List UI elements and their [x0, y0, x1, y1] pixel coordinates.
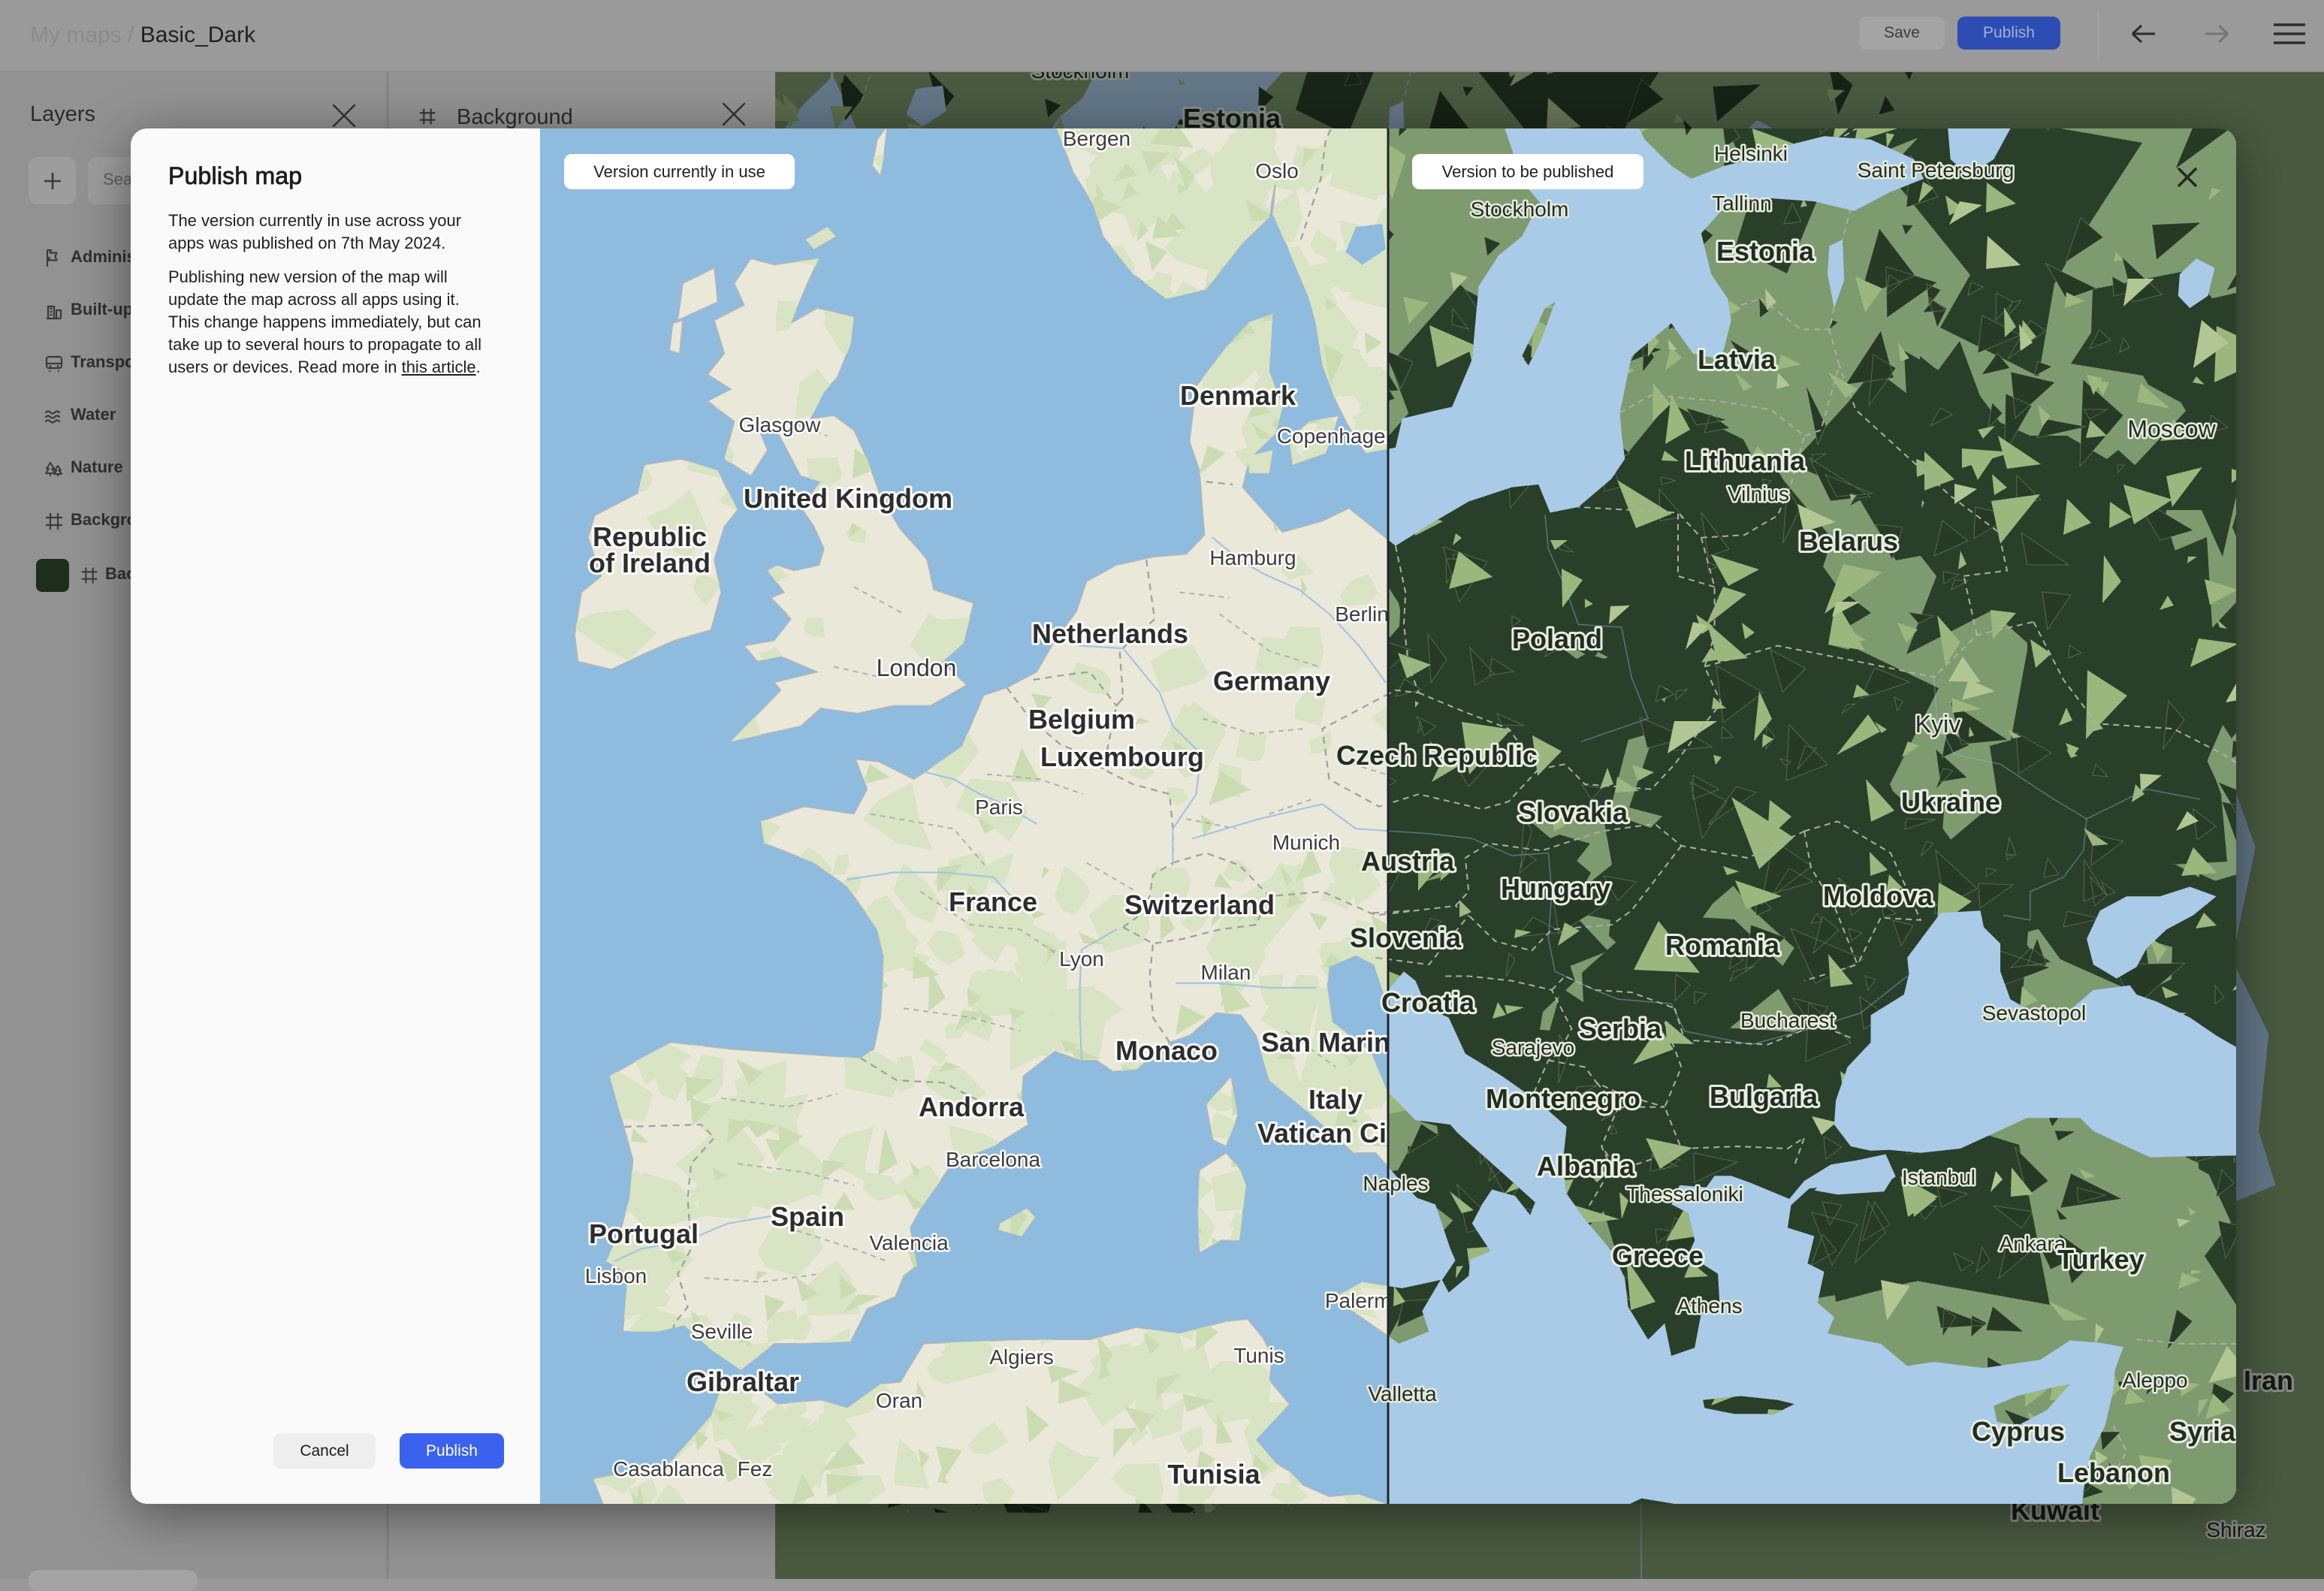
svg-text:Barcelona: Barcelona: [946, 1148, 1041, 1171]
svg-text:Seville: Seville: [691, 1320, 753, 1343]
svg-text:Moldova: Moldova: [1823, 880, 1933, 911]
svg-text:Andorra: Andorra: [919, 1091, 1025, 1122]
svg-text:Oran: Oran: [876, 1389, 922, 1412]
svg-text:Denmark: Denmark: [1180, 380, 1296, 411]
svg-text:Greece: Greece: [1612, 1240, 1704, 1271]
svg-text:Belgium: Belgium: [1028, 704, 1135, 735]
svg-text:France: France: [949, 886, 1037, 917]
svg-text:Estonia: Estonia: [1716, 236, 1815, 267]
svg-text:Glasgow: Glasgow: [739, 413, 822, 436]
svg-text:Ankara: Ankara: [2000, 1232, 2066, 1255]
svg-text:Germany: Germany: [1213, 666, 1330, 696]
svg-text:Sarajevo: Sarajevo: [1492, 1036, 1575, 1059]
svg-text:Saint Petersburg: Saint Petersburg: [1858, 158, 2015, 182]
svg-text:Ukraine: Ukraine: [1901, 786, 2000, 817]
svg-text:Lithuania: Lithuania: [1685, 445, 1806, 476]
svg-text:Thessaloniki: Thessaloniki: [1626, 1182, 1743, 1206]
svg-text:Munich: Munich: [1272, 831, 1340, 854]
svg-text:Lisbon: Lisbon: [585, 1264, 647, 1288]
svg-text:Oslo: Oslo: [1255, 159, 1299, 183]
svg-text:San Marino: San Marino: [1261, 1027, 1407, 1058]
svg-text:Milan: Milan: [1201, 961, 1251, 984]
svg-text:Kyiv: Kyiv: [1915, 711, 1960, 738]
svg-text:Luxembourg: Luxembourg: [1040, 741, 1204, 772]
svg-text:Aleppo: Aleppo: [2122, 1369, 2187, 1392]
svg-text:Iran: Iran: [2244, 1365, 2293, 1396]
svg-text:Croatia: Croatia: [1381, 987, 1475, 1018]
svg-text:Syria: Syria: [2169, 1416, 2236, 1447]
svg-text:London: London: [877, 654, 957, 681]
svg-text:Slovakia: Slovakia: [1518, 797, 1628, 828]
svg-text:Romania: Romania: [1665, 930, 1780, 961]
svg-text:Stockholm: Stockholm: [1471, 198, 1569, 221]
svg-text:Tunisia: Tunisia: [1167, 1459, 1260, 1490]
svg-text:Athens: Athens: [1677, 1294, 1742, 1318]
svg-text:Monaco: Monaco: [1115, 1035, 1218, 1066]
svg-text:Bergen: Bergen: [1063, 128, 1130, 150]
svg-text:Albania: Albania: [1537, 1151, 1635, 1182]
svg-text:Moscow: Moscow: [2127, 415, 2216, 442]
svg-text:Belarus: Belarus: [1799, 526, 1898, 557]
svg-text:Algiers: Algiers: [989, 1345, 1054, 1369]
svg-text:Valencia: Valencia: [869, 1231, 949, 1254]
svg-text:Lyon: Lyon: [1059, 947, 1104, 971]
svg-text:Helsinki: Helsinki: [1714, 142, 1788, 165]
svg-text:Tallinn: Tallinn: [1712, 192, 1771, 215]
svg-text:Turkey: Turkey: [2057, 1244, 2144, 1275]
svg-text:Istanbul: Istanbul: [1902, 1166, 1975, 1189]
svg-text:Netherlands: Netherlands: [1032, 618, 1188, 649]
svg-text:Gibraltar: Gibraltar: [687, 1366, 799, 1397]
svg-text:Spain: Spain: [771, 1201, 844, 1232]
svg-text:Naples: Naples: [1363, 1172, 1428, 1195]
svg-text:Bulgaria: Bulgaria: [1710, 1081, 1818, 1112]
svg-text:Slovenia: Slovenia: [1350, 922, 1462, 953]
svg-text:Valletta: Valletta: [1368, 1382, 1437, 1405]
svg-text:Italy: Italy: [1308, 1084, 1363, 1115]
svg-text:Latvia: Latvia: [1698, 344, 1776, 375]
svg-text:Montenegro: Montenegro: [1486, 1083, 1640, 1114]
svg-text:United Kingdom: United Kingdom: [744, 483, 952, 514]
svg-text:Lebanon: Lebanon: [2057, 1457, 2170, 1488]
svg-text:Bucharest: Bucharest: [1740, 1009, 1835, 1032]
svg-text:Austria: Austria: [1361, 846, 1455, 877]
svg-text:Copenhagen: Copenhagen: [1277, 424, 1397, 448]
svg-text:Czech Republic: Czech Republic: [1336, 740, 1538, 771]
svg-text:Portugal: Portugal: [589, 1218, 699, 1249]
svg-text:Poland: Poland: [1512, 623, 1602, 654]
svg-text:Vilnius: Vilnius: [1728, 482, 1789, 506]
svg-text:Paris: Paris: [975, 796, 1023, 819]
svg-text:Serbia: Serbia: [1579, 1013, 1662, 1044]
svg-text:Fez: Fez: [738, 1457, 773, 1481]
svg-text:Switzerland: Switzerland: [1124, 889, 1275, 920]
svg-text:of Ireland: of Ireland: [589, 548, 711, 578]
svg-text:Sevastopol: Sevastopol: [1982, 1001, 2087, 1025]
svg-text:Shiraz: Shiraz: [2206, 1518, 2265, 1541]
svg-text:Cyprus: Cyprus: [1972, 1416, 2065, 1447]
svg-text:Berlin: Berlin: [1335, 602, 1389, 626]
svg-text:Casablanca: Casablanca: [613, 1457, 724, 1481]
svg-text:Tunis: Tunis: [1233, 1344, 1284, 1367]
svg-text:Hamburg: Hamburg: [1209, 546, 1296, 569]
svg-text:Hungary: Hungary: [1501, 873, 1610, 904]
